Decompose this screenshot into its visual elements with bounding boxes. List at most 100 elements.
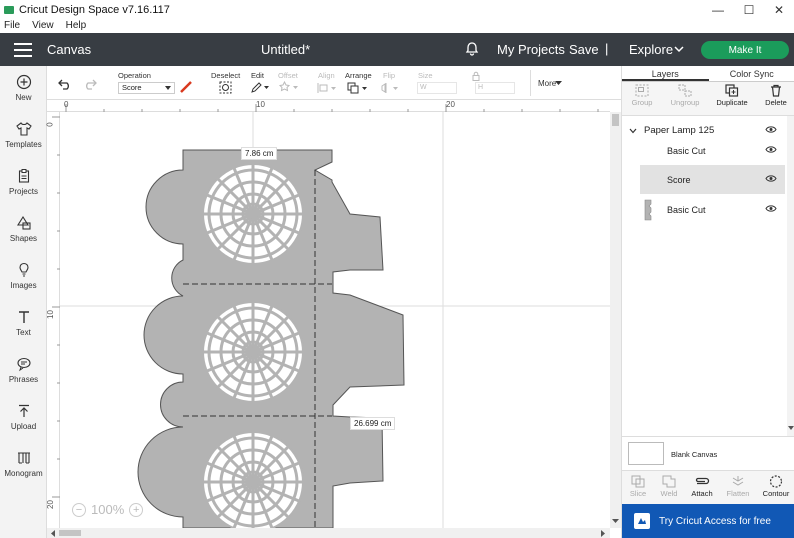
chevron-down-icon[interactable] [629,128,637,134]
tab-color-sync[interactable]: Color Sync [709,66,794,81]
tab-layers[interactable]: Layers [622,66,709,81]
operation-select[interactable]: Score [118,82,175,94]
ruler-tick-label: 20 [446,100,455,109]
maximize-button[interactable]: ☐ [733,0,765,20]
sidebar-item-images[interactable]: Images [0,262,47,290]
sidebar-item-label: Phrases [8,375,39,384]
duplicate-button[interactable]: Duplicate [712,84,752,107]
flip-label: Flip [383,71,396,80]
height-field[interactable]: H [475,82,515,94]
horizontal-scrollbar[interactable] [47,528,610,538]
notification-bell-icon[interactable] [464,41,480,57]
sidebar-item-upload[interactable]: Upload [0,403,47,431]
more-chevron-icon[interactable] [555,81,562,86]
redo-icon[interactable] [83,78,97,90]
menu-view[interactable]: View [32,20,54,33]
monogram-icon [17,452,30,464]
layer-item[interactable]: Basic Cut [640,195,785,224]
layers-scrollbar[interactable] [787,116,794,436]
blank-canvas-row[interactable]: Blank Canvas [622,436,794,470]
zoom-in-button[interactable]: + [129,502,144,517]
edit-toolbar: Operation Score Deselect Edit Offset Ali… [47,66,621,100]
attach-button[interactable]: Attach [686,475,718,498]
vertical-scrollbar[interactable] [610,112,621,528]
slice-button[interactable]: Slice [622,475,654,498]
scroll-thumb[interactable] [612,114,619,126]
scroll-down-arrow-icon[interactable] [612,519,619,524]
eye-icon[interactable] [765,125,777,134]
more-button[interactable]: More [538,79,556,88]
flip-icon [381,83,398,93]
minimize-button[interactable]: — [702,0,734,20]
make-it-button[interactable]: Make It [701,41,789,59]
title-bar: Cricut Design Space v7.16.117 — ☐ ✕ [0,0,794,20]
sidebar-item-templates[interactable]: Templates [0,121,47,149]
sidebar-item-monogram[interactable]: Monogram [0,450,47,478]
scroll-right-arrow-icon[interactable] [600,530,605,537]
ruler-ticks [65,104,599,112]
ruler-tick-label: 0 [64,100,69,109]
eye-icon[interactable] [765,174,777,183]
ruler-tick-label: 0 [45,122,55,127]
menu-file[interactable]: File [4,20,20,33]
sidebar-item-label: New [15,93,32,102]
hamburger-menu-icon[interactable] [14,42,32,57]
app-logo-icon [4,6,14,14]
eye-icon[interactable] [765,204,777,213]
sidebar-item-projects[interactable]: Projects [0,168,47,196]
sidebar-item-label: Projects [9,187,38,196]
width-field[interactable]: W [417,82,457,94]
blank-canvas-label: Blank Canvas [671,450,718,459]
scroll-left-arrow-icon[interactable] [51,530,56,537]
group-icon [635,84,649,97]
explore-menu[interactable]: Explore [629,42,673,57]
align-label: Align [318,71,335,80]
sidebar-item-text[interactable]: Text [0,309,47,337]
scroll-down-arrow-icon[interactable] [788,426,794,430]
sidebar-item-phrases[interactable]: Phrases [0,356,47,384]
bulb-icon [18,262,29,277]
canvas-color-swatch[interactable] [628,442,664,465]
eye-icon[interactable] [765,145,777,154]
score-line-color-icon[interactable] [179,80,193,94]
layer-item[interactable]: Basic Cut [640,136,785,165]
layer-item[interactable]: Score [640,165,785,194]
width-dimension-label: 7.86 cm [241,147,278,160]
deselect-icon[interactable] [219,81,232,94]
toolbar-divider [530,70,531,96]
upload-icon [18,404,29,417]
paper-lamp-shape[interactable] [137,149,405,528]
chevron-down-icon[interactable] [673,43,685,55]
my-projects-link[interactable]: My Projects [497,42,565,57]
deselect-label: Deselect [211,71,241,80]
group-button[interactable]: Group [622,84,662,107]
close-button[interactable]: ✕ [763,0,794,20]
pencil-icon[interactable] [250,81,270,94]
scroll-thumb[interactable] [59,530,81,536]
delete-button[interactable]: Delete [756,84,794,107]
sidebar-item-shapes[interactable]: Shapes [0,215,47,243]
ungroup-button[interactable]: Ungroup [665,84,705,107]
cricut-access-banner[interactable]: Try Cricut Access for free [622,504,794,538]
app-header: Canvas Untitled* My Projects Save | Expl… [0,33,794,66]
contour-button[interactable]: Contour [760,475,792,498]
undo-icon[interactable] [58,78,72,90]
save-button[interactable]: Save [569,42,599,57]
design-canvas[interactable]: 7.86 cm 26.699 cm [60,112,610,528]
sidebar-item-new[interactable]: New [0,74,47,102]
attach-label: Attach [691,489,713,498]
weld-button[interactable]: Weld [653,475,685,498]
ungroup-label: Ungroup [670,98,700,107]
contour-icon [769,475,783,488]
duplicate-label: Duplicate [716,98,748,107]
arrange-icon[interactable] [347,82,369,94]
document-title[interactable]: Untitled* [261,42,310,57]
zoom-out-button[interactable]: − [72,502,86,517]
flatten-button[interactable]: Flatten [722,475,754,498]
sidebar-item-label: Templates [5,140,42,149]
window-title: Cricut Design Space v7.16.117 [19,4,170,16]
layer-actions: Group Ungroup Duplicate Delete [622,82,794,116]
menu-help[interactable]: Help [66,20,87,33]
ruler-tick-label: 10 [256,100,265,109]
layer-name: Score [667,174,691,185]
